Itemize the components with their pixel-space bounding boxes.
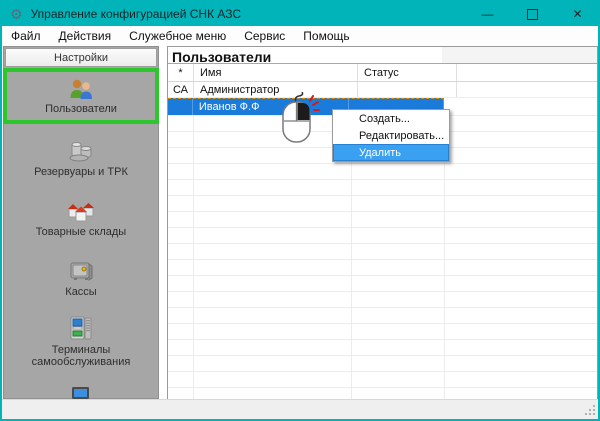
gear-app-icon: ⚙ [10, 7, 23, 21]
column-header-star[interactable]: * [168, 64, 194, 81]
menubar: Файл Действия Служебное меню Сервис Помо… [2, 26, 598, 46]
sidebar: Настройки Пользователи [3, 46, 159, 399]
panel-title: Пользователи [168, 47, 597, 64]
maximize-icon [527, 9, 538, 20]
sidebar-item-tanks[interactable]: Резервуары и ТРК [4, 132, 158, 184]
sidebar-item-label: Пользователи [45, 103, 117, 115]
warehouse-icon [66, 199, 96, 223]
users-panel: Пользователи * Имя Статус СА Администрат… [167, 46, 598, 399]
sidebar-item-cash-registers[interactable]: Кассы [4, 252, 158, 304]
sidebar-item-label: Терминалы самообслуживания [22, 344, 140, 368]
sidebar-item-label: Резервуары и ТРК [34, 166, 128, 178]
tanks-icon [66, 139, 96, 163]
app-window: ⚙ Управление конфигурацией СНК АЗС — ✕ Ф… [0, 0, 600, 421]
menu-file[interactable]: Файл [2, 27, 50, 45]
mouse-right-click-icon [276, 92, 324, 152]
sidebar-item-warehouses[interactable]: Товарные склады [4, 192, 158, 244]
window-title: Управление конфигурацией СНК АЗС [31, 7, 242, 21]
titlebar: ⚙ Управление конфигурацией СНК АЗС — ✕ [0, 0, 600, 28]
table-row-administrator[interactable]: СА Администратор [168, 82, 597, 98]
table-header-row: * Имя Статус [168, 64, 597, 82]
cell-status [358, 82, 457, 97]
menu-actions[interactable]: Действия [50, 27, 121, 45]
cell-id [168, 99, 193, 115]
context-menu-item-create[interactable]: Создать... [333, 110, 449, 127]
sidebar-item-label: Кассы [65, 286, 96, 298]
maximize-button[interactable] [510, 0, 555, 28]
minimize-button[interactable]: — [465, 0, 510, 28]
sidebar-item-users[interactable]: Пользователи [3, 68, 159, 124]
column-header-status[interactable]: Статус [358, 64, 457, 81]
status-bar [0, 399, 600, 419]
context-menu: Создать... Редактировать... Удалить [332, 109, 450, 162]
users-icon [67, 78, 95, 100]
menu-tools[interactable]: Сервис [235, 27, 294, 45]
terminal-icon [67, 315, 95, 341]
menu-help[interactable]: Помощь [294, 27, 358, 45]
context-menu-item-edit[interactable]: Редактировать... [333, 127, 449, 144]
resize-grip-icon[interactable] [584, 404, 596, 416]
context-menu-item-delete[interactable]: Удалить [333, 144, 449, 161]
menu-service-menu[interactable]: Служебное меню [120, 27, 235, 45]
sidebar-item-self-service-terminals[interactable]: Терминалы самообслуживания [4, 312, 158, 371]
sidebar-header-settings[interactable]: Настройки [5, 48, 157, 67]
safe-icon [66, 259, 96, 283]
column-header-name[interactable]: Имя [194, 64, 358, 81]
close-button[interactable]: ✕ [555, 0, 600, 28]
cell-name: Иванов Ф.Ф [193, 99, 350, 115]
sidebar-item-label: Товарные склады [36, 226, 126, 238]
cell-id: СА [168, 82, 194, 97]
